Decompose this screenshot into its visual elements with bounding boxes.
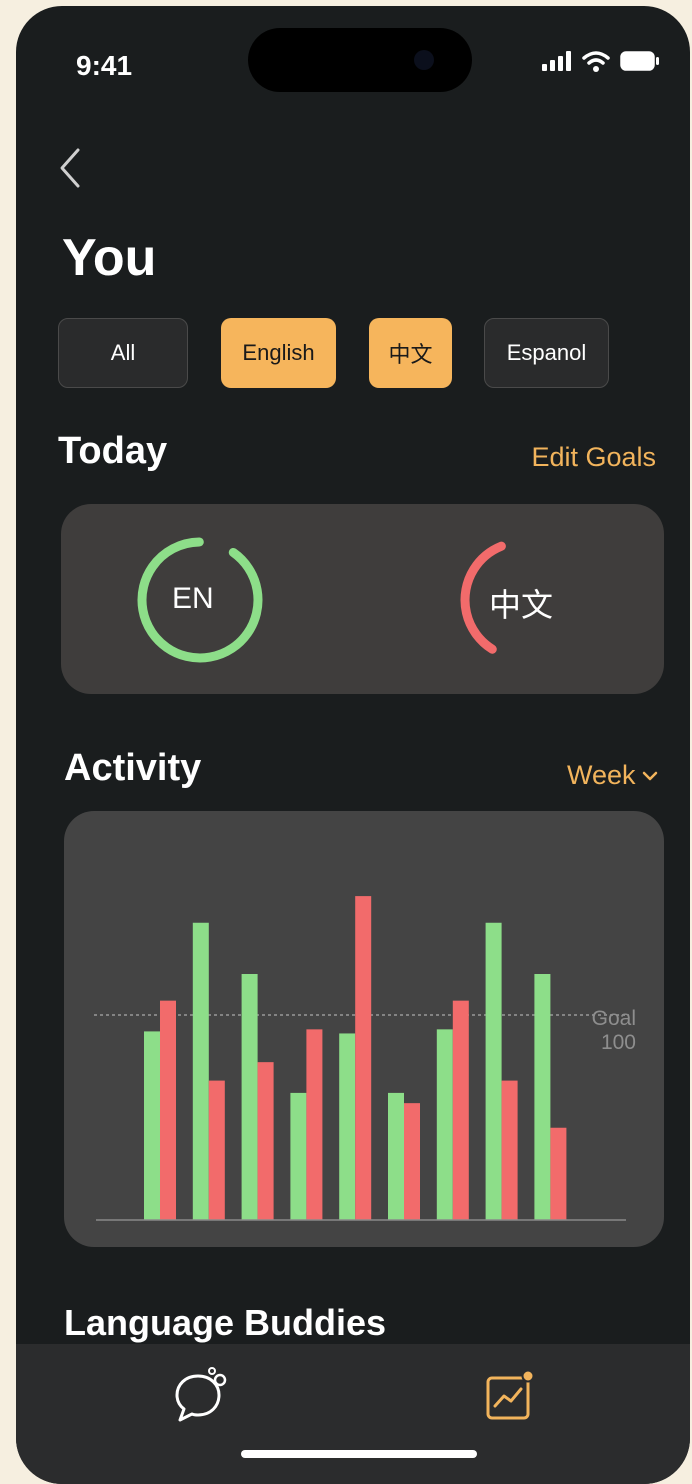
- english-bar-8: [485, 922, 502, 1220]
- stats-chart-icon: [486, 1369, 535, 1420]
- chinese-bar-7: [452, 1000, 469, 1220]
- chinese-bar-1: [160, 1000, 176, 1220]
- chinese-bar-4: [306, 1029, 323, 1220]
- filter-chip-espanol[interactable]: Espanol: [484, 318, 609, 388]
- english-bar-9: [534, 974, 551, 1220]
- english-bar-5: [339, 1033, 356, 1220]
- chevron-down-icon: [642, 771, 657, 780]
- chinese-bar-9: [550, 1127, 567, 1220]
- goal-label: Goal: [591, 1007, 636, 1030]
- back-button[interactable]: [56, 146, 82, 198]
- activity-heading: Activity: [64, 747, 202, 789]
- english-bar-1: [144, 1031, 160, 1220]
- chinese-bar-3: [257, 1062, 274, 1220]
- dynamic-island: [248, 28, 472, 92]
- chat-bubble-icon: [175, 1367, 227, 1422]
- battery-icon: [620, 51, 659, 71]
- filter-chip-english[interactable]: English: [221, 318, 336, 388]
- home-indicator: [241, 1450, 477, 1458]
- english-bar-7: [436, 1029, 453, 1220]
- english-bar-4: [290, 1092, 307, 1220]
- english-bar-2: [192, 922, 209, 1220]
- tab-bar: [16, 1344, 690, 1484]
- goal-value: 100: [600, 1031, 636, 1054]
- edit-goals-link[interactable]: Edit Goals: [531, 442, 656, 473]
- today-heading: Today: [58, 430, 168, 472]
- today-card: EN 中文: [61, 504, 664, 694]
- period-label: Week: [567, 760, 636, 790]
- page-title: You: [62, 229, 157, 287]
- tab-stats[interactable]: [484, 1368, 540, 1429]
- english-bar-3: [241, 974, 258, 1220]
- language-buddies-heading: Language Buddies: [64, 1302, 387, 1343]
- wifi-icon: [582, 51, 610, 72]
- filter-chip-chinese[interactable]: 中文: [369, 318, 452, 388]
- english-bar-6: [388, 1092, 404, 1220]
- tab-chat[interactable]: [174, 1366, 236, 1431]
- status-icons: [542, 50, 660, 72]
- status-time: 9:41: [76, 50, 133, 81]
- period-selector[interactable]: Week: [567, 760, 658, 791]
- chinese-bar-8: [501, 1080, 518, 1220]
- phone-screen: 9:41 You All English 中文 Espanol Today Ed…: [16, 6, 690, 1484]
- chinese-bar-5: [355, 896, 372, 1220]
- camera-icon: [414, 50, 434, 70]
- chinese-bar-6: [404, 1103, 420, 1220]
- activity-chart: [94, 896, 629, 1221]
- activity-card: Goal 100: [64, 811, 664, 1247]
- chinese-bar-2: [208, 1080, 225, 1220]
- signal-icon: [542, 51, 571, 71]
- chevron-left-icon: [60, 148, 80, 188]
- english-ring-label: EN: [172, 582, 214, 615]
- today-rings: [137, 537, 586, 663]
- chinese-ring-label: 中文: [489, 587, 554, 623]
- filter-chip-all[interactable]: All: [58, 318, 188, 388]
